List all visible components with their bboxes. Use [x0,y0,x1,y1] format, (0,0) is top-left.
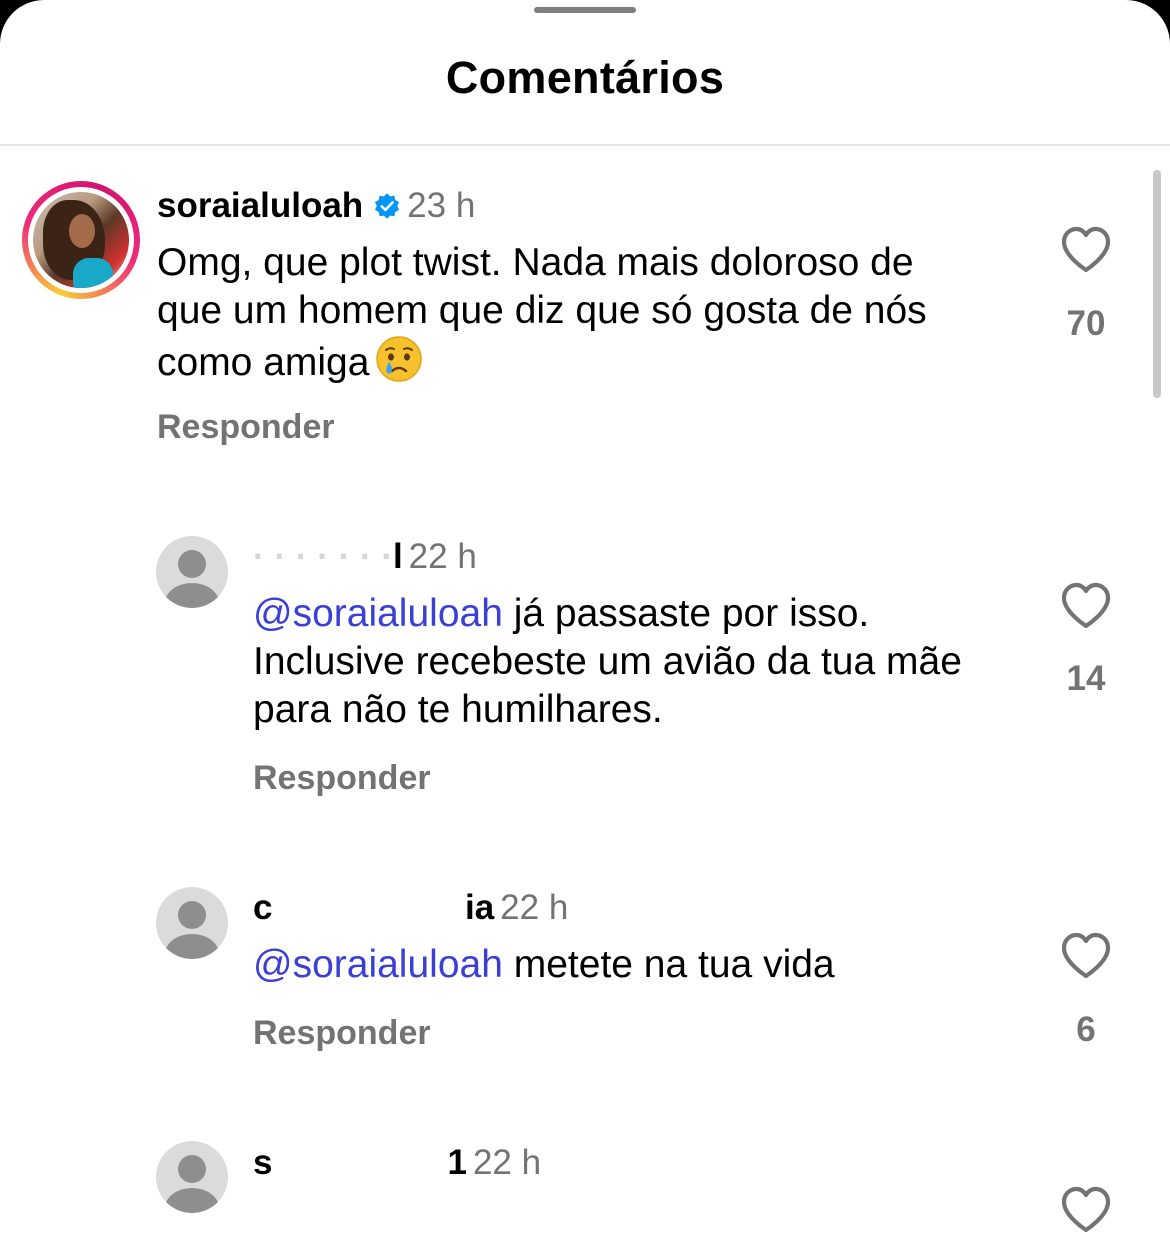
reply-button[interactable]: Responder [157,408,335,447]
reply-button[interactable]: Responder [253,759,431,798]
comment-username-end[interactable]: ia [465,888,494,927]
profile-photo [33,192,129,288]
verified-badge-icon [375,193,400,219]
avatar[interactable] [22,181,140,299]
reply-button[interactable]: Responder [253,1014,431,1053]
comment-time: 23 h [407,186,476,225]
header-divider [0,144,1170,146]
comment-username-end[interactable]: 1 [447,1143,466,1182]
crying-face-icon [376,336,423,382]
comments-sheet: Comentários soraialuloah 23 h Omg, que pl… [0,0,1170,1240]
comment-text: Omg, que plot twist. Nada mais doloroso … [157,241,927,384]
heart-icon[interactable] [1060,1186,1112,1234]
comment-text: @soraialuloah já passaste por isso. Incl… [253,592,962,731]
heart-icon[interactable] [1060,582,1112,630]
comment-username[interactable]: l [393,537,403,576]
comment-text: @soraialuloah metete na tua vida [253,943,835,986]
like-count: 6 [1076,1010,1096,1049]
comment-username[interactable]: soraialuloah [157,186,363,225]
comment-username[interactable]: c [253,888,272,927]
comment-time: 22 h [472,1143,542,1182]
mention-link[interactable]: @soraialuloah [253,943,503,986]
comment-time: 22 h [408,537,477,576]
page-title: Comentários [445,52,725,103]
like-count: 14 [1066,659,1106,698]
sheet-grabber[interactable] [534,7,636,13]
avatar[interactable] [156,1141,228,1213]
heart-icon[interactable] [1060,932,1112,980]
mention-link[interactable]: @soraialuloah [253,592,503,635]
comment-username-redacted[interactable]: · · · · · · · [253,537,393,576]
comment-time: 22 h [500,888,569,927]
avatar[interactable] [156,887,228,959]
heart-icon[interactable] [1060,226,1112,274]
scrollbar[interactable] [1153,170,1161,398]
comment-username[interactable]: s [253,1143,272,1182]
avatar[interactable] [156,536,228,608]
like-count: 70 [1066,304,1106,343]
